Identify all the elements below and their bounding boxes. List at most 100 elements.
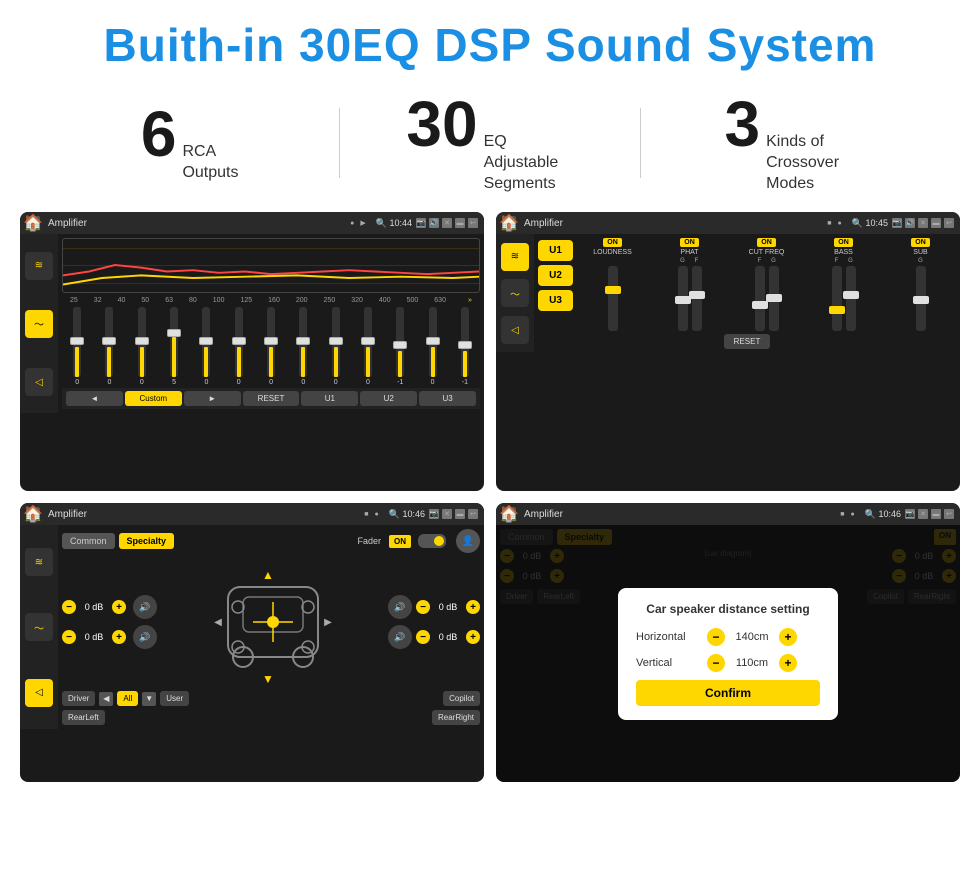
eq-thumb-12[interactable] xyxy=(426,337,440,345)
amp-loudness-slider[interactable] xyxy=(608,266,618,331)
amp-home-icon[interactable]: 🏠 xyxy=(502,216,516,230)
amp-bass-slider2[interactable]: G xyxy=(846,258,856,331)
fader-user-btn[interactable]: User xyxy=(160,691,189,706)
amp-cutfreq-thumb1[interactable] xyxy=(752,301,768,309)
amp-reset-btn[interactable]: RESET xyxy=(724,334,771,349)
fader-on-badge[interactable]: ON xyxy=(389,535,411,548)
eq-track-4[interactable] xyxy=(170,307,178,377)
fader-arrow-left[interactable]: ◀ xyxy=(99,692,113,706)
dialog-vertical-plus[interactable]: + xyxy=(779,654,797,672)
eq-home-icon[interactable]: 🏠 xyxy=(26,216,40,230)
eq-slider-5[interactable]: 0 xyxy=(191,307,221,386)
amp-phat-track2[interactable] xyxy=(692,266,702,331)
amp-u1-btn[interactable]: U1 xyxy=(538,240,573,261)
eq-track-2[interactable] xyxy=(105,307,113,377)
amp-loudness-thumb[interactable] xyxy=(605,286,621,294)
eq-sidebar-vol-btn[interactable]: ◁ xyxy=(25,368,53,396)
amp-phat-slider[interactable]: G xyxy=(678,258,688,331)
fader-sidebar-eq-btn[interactable]: ≋ xyxy=(25,548,53,576)
amp-bass-track1[interactable] xyxy=(832,266,842,331)
eq-slider-4[interactable]: 5 xyxy=(159,307,189,386)
eq-thumb-13[interactable] xyxy=(458,341,472,349)
amp-sidebar-vol-btn[interactable]: ◁ xyxy=(501,316,529,344)
amp-sub-thumb[interactable] xyxy=(913,296,929,304)
fader-rearright-btn[interactable]: RearRight xyxy=(432,710,480,725)
fader-home-icon[interactable]: 🏠 xyxy=(26,507,40,521)
eq-slider-9[interactable]: 0 xyxy=(321,307,351,386)
eq-u2-btn[interactable]: U2 xyxy=(360,391,417,406)
amp-sub-on[interactable]: ON xyxy=(911,238,930,247)
fader-tab-specialty[interactable]: Specialty xyxy=(119,533,175,549)
eq-track-1[interactable] xyxy=(73,307,81,377)
eq-track-11[interactable] xyxy=(396,307,404,377)
dialog-horizontal-plus[interactable]: + xyxy=(779,628,797,646)
eq-slider-10[interactable]: 0 xyxy=(353,307,383,386)
amp-bass-thumb2[interactable] xyxy=(843,291,859,299)
fader-toggle[interactable] xyxy=(418,534,446,548)
eq-prev-btn[interactable]: ◄ xyxy=(66,391,123,406)
dialog-back-icon[interactable]: ↩ xyxy=(944,509,954,519)
amp-sub-track[interactable] xyxy=(916,266,926,331)
eq-thumb-6[interactable] xyxy=(232,337,246,345)
fader-arrow-down[interactable]: ▼ xyxy=(142,692,156,706)
amp-bass-on[interactable]: ON xyxy=(834,238,853,247)
eq-track-8[interactable] xyxy=(299,307,307,377)
eq-thumb-7[interactable] xyxy=(264,337,278,345)
eq-u3-btn[interactable]: U3 xyxy=(419,391,476,406)
amp-loudness-on[interactable]: ON xyxy=(603,238,622,247)
eq-thumb-2[interactable] xyxy=(102,337,116,345)
amp-back-icon[interactable]: ↩ xyxy=(944,218,954,228)
dialog-home-icon[interactable]: 🏠 xyxy=(502,507,516,521)
eq-slider-11[interactable]: -1 xyxy=(385,307,415,386)
fader-driver-btn[interactable]: Driver xyxy=(62,691,95,706)
eq-track-9[interactable] xyxy=(332,307,340,377)
eq-slider-2[interactable]: 0 xyxy=(94,307,124,386)
eq-thumb-3[interactable] xyxy=(135,337,149,345)
eq-sidebar-wave-btn[interactable]: 〜 xyxy=(25,310,53,338)
fader-plus-2[interactable]: + xyxy=(112,630,126,644)
fader-minus-4[interactable]: − xyxy=(416,630,430,644)
amp-bass-slider1[interactable]: F xyxy=(832,258,842,331)
amp-cutfreq-slider2[interactable]: G xyxy=(769,258,779,331)
amp-cutfreq-on[interactable]: ON xyxy=(757,238,776,247)
amp-sidebar-eq-btn[interactable]: ≋ xyxy=(501,243,529,271)
amp-bass-thumb1[interactable] xyxy=(829,306,845,314)
eq-custom-btn[interactable]: Custom xyxy=(125,391,182,406)
eq-back-icon[interactable]: ↩ xyxy=(468,218,478,228)
eq-slider-6[interactable]: 0 xyxy=(224,307,254,386)
eq-track-10[interactable] xyxy=(364,307,372,377)
eq-thumb-4[interactable] xyxy=(167,329,181,337)
dialog-horizontal-minus[interactable]: − xyxy=(707,628,725,646)
eq-track-12[interactable] xyxy=(429,307,437,377)
eq-slider-1[interactable]: 0 xyxy=(62,307,92,386)
fader-minus-3[interactable]: − xyxy=(416,600,430,614)
eq-track-5[interactable] xyxy=(202,307,210,377)
fader-profile-btn[interactable]: 👤 xyxy=(456,529,480,553)
amp-bass-track2[interactable] xyxy=(846,266,856,331)
dialog-confirm-button[interactable]: Confirm xyxy=(636,680,820,706)
fader-minus-1[interactable]: − xyxy=(62,600,76,614)
eq-slider-12[interactable]: 0 xyxy=(417,307,447,386)
amp-phat-thumb2[interactable] xyxy=(689,291,705,299)
amp-cutfreq-track2[interactable] xyxy=(769,266,779,331)
eq-slider-8[interactable]: 0 xyxy=(288,307,318,386)
dialog-vertical-minus[interactable]: − xyxy=(707,654,725,672)
eq-slider-3[interactable]: 0 xyxy=(127,307,157,386)
eq-thumb-8[interactable] xyxy=(296,337,310,345)
eq-slider-13[interactable]: -1 xyxy=(450,307,480,386)
eq-next-btn[interactable]: ► xyxy=(184,391,241,406)
amp-phat-slider2[interactable]: F xyxy=(692,258,702,331)
fader-minus-2[interactable]: − xyxy=(62,630,76,644)
fader-sidebar-wave-btn[interactable]: 〜 xyxy=(25,613,53,641)
fader-rearleft-btn[interactable]: RearLeft xyxy=(62,710,105,725)
amp-cutfreq-slider1[interactable]: F xyxy=(755,258,765,331)
amp-sidebar-wave-btn[interactable]: 〜 xyxy=(501,279,529,307)
amp-phat-on[interactable]: ON xyxy=(680,238,699,247)
amp-u2-btn[interactable]: U2 xyxy=(538,265,573,286)
eq-u1-btn[interactable]: U1 xyxy=(301,391,358,406)
fader-plus-4[interactable]: + xyxy=(466,630,480,644)
amp-phat-track[interactable] xyxy=(678,266,688,331)
amp-sub-slider[interactable]: G xyxy=(916,258,926,331)
eq-reset-btn[interactable]: RESET xyxy=(243,391,300,406)
eq-slider-7[interactable]: 0 xyxy=(256,307,286,386)
